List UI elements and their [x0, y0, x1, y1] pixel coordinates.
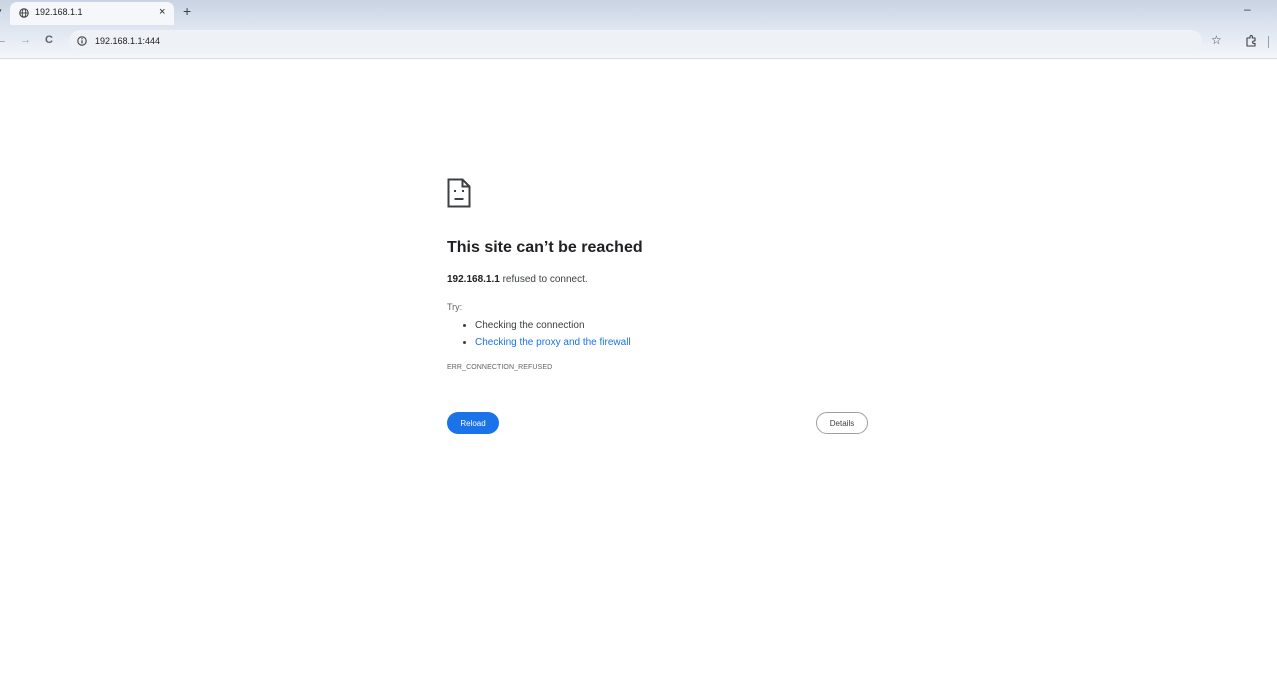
suggestion-proxy-firewall-item: Checking the proxy and the firewall [475, 334, 631, 351]
proxy-firewall-link[interactable]: Checking the proxy and the firewall [475, 337, 631, 348]
suggestion-list: Checking the connection Checking the pro… [462, 317, 631, 351]
sad-page-icon [447, 178, 471, 208]
globe-icon [19, 8, 29, 18]
toolbar-divider [1268, 36, 1269, 48]
tab-active[interactable]: 192.168.1.1 × [10, 2, 174, 25]
toolbar: ← → C 192.168.1.1:444 ☆ [0, 25, 1277, 58]
reload-button[interactable]: Reload [447, 412, 499, 434]
error-page: This site can’t be reached 192.168.1.1 r… [0, 59, 1277, 682]
new-tab-button[interactable]: + [183, 3, 191, 19]
tab-strip: ▾ 192.168.1.1 × + – [0, 0, 1277, 25]
tab-search-chevron-icon[interactable]: ▾ [0, 6, 2, 17]
reload-icon[interactable]: C [45, 33, 53, 47]
forward-button[interactable]: → [20, 33, 31, 47]
puzzle-icon[interactable] [1245, 35, 1257, 47]
bookmark-star-icon[interactable]: ☆ [1211, 33, 1222, 47]
suggestion-check-connection: Checking the connection [475, 317, 631, 334]
details-button[interactable]: Details [816, 412, 868, 434]
info-icon[interactable] [77, 36, 87, 46]
error-message: 192.168.1.1 refused to connect. [447, 274, 588, 285]
minimize-button[interactable]: – [1244, 2, 1251, 16]
close-icon[interactable]: × [159, 5, 165, 19]
back-button[interactable]: ← [0, 33, 7, 47]
tab-title: 192.168.1.1 [35, 7, 83, 17]
error-code: ERR_CONNECTION_REFUSED [447, 364, 553, 371]
error-message-text: refused to connect. [499, 274, 588, 285]
page-title: This site can’t be reached [447, 239, 643, 256]
try-label: Try: [447, 302, 463, 312]
browser-chrome: ▾ 192.168.1.1 × + – ← → C 192.168.1.1:44… [0, 0, 1277, 59]
url-text[interactable]: 192.168.1.1:444 [95, 36, 160, 46]
host-name: 192.168.1.1 [447, 274, 500, 285]
address-bar[interactable]: 192.168.1.1:444 [69, 30, 1202, 52]
